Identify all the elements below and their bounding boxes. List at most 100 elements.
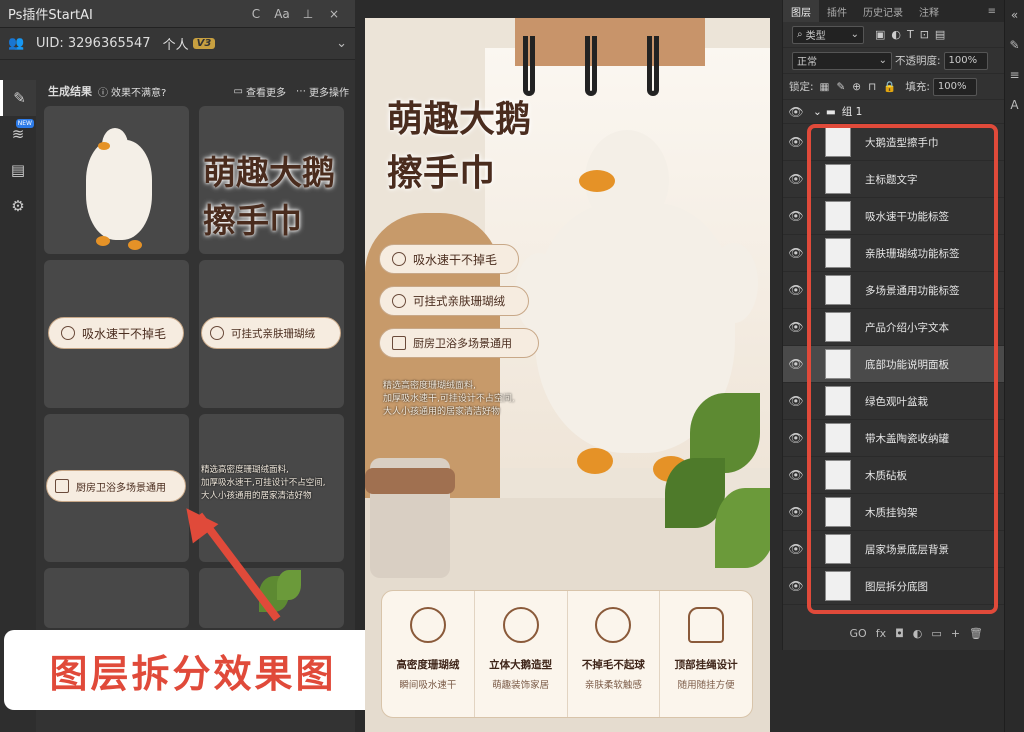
fill-label: 填充: bbox=[905, 81, 930, 93]
pin-icon[interactable]: ⊥ bbox=[295, 7, 321, 21]
layer-name: 居家场景底层背景 bbox=[865, 543, 949, 556]
eye-icon[interactable]: 👁 bbox=[783, 357, 809, 371]
eye-icon[interactable]: 👁 bbox=[783, 468, 809, 482]
trash-icon[interactable]: 🗑 bbox=[969, 627, 983, 640]
eye-icon[interactable]: 👁 bbox=[783, 283, 809, 297]
layer-row[interactable]: 👁 带木盖陶瓷收纳罐 bbox=[783, 420, 1004, 457]
layer-name: 主标题文字 bbox=[865, 173, 918, 186]
eye-icon[interactable]: 👁 bbox=[783, 172, 809, 186]
new-group-icon[interactable]: ▭ bbox=[931, 627, 941, 640]
result-thumb-pill-3[interactable]: 厨房卫浴多场景通用 bbox=[44, 414, 189, 562]
unsatisfied-link[interactable]: 效果不满意? bbox=[111, 84, 166, 99]
layer-row[interactable]: 👁 主标题文字 bbox=[783, 161, 1004, 198]
feature-item: 顶部挂绳设计 随用随挂方便 bbox=[660, 591, 752, 717]
eye-icon[interactable]: 👁 bbox=[783, 105, 809, 119]
brush-icon[interactable]: ✎ bbox=[1005, 30, 1024, 60]
layer-row[interactable]: 👁 底部功能说明面板 bbox=[783, 346, 1004, 383]
layer-row[interactable]: 👁 图层拆分底图 bbox=[783, 568, 1004, 605]
layer-row[interactable]: 👁 大鹅造型擦手巾 bbox=[783, 124, 1004, 161]
goose-foot-right bbox=[128, 240, 142, 250]
goose-towel-foot-left bbox=[577, 448, 613, 474]
canvas-desc-line2: 加厚吸水速干,可挂设计不占空间, bbox=[383, 394, 515, 404]
eye-icon[interactable]: 👁 bbox=[783, 320, 809, 334]
more-ops-icon[interactable]: ⋯ bbox=[296, 86, 306, 97]
result-thumb-pill-2[interactable]: 可挂式亲肤珊瑚绒 bbox=[199, 260, 344, 408]
result-thumb-title[interactable]: 萌趣大鹅 擦手巾 bbox=[199, 106, 344, 254]
edit-icon[interactable]: ✎ bbox=[0, 80, 36, 116]
canvas-desc-line1: 精选高密度珊瑚绒面料, bbox=[383, 381, 476, 391]
tab-notes[interactable]: 注释 bbox=[911, 0, 947, 22]
adjustment-icon[interactable]: ◐ bbox=[913, 627, 923, 640]
eye-icon[interactable]: 👁 bbox=[783, 209, 809, 223]
chevron-down-icon[interactable]: ⌄ bbox=[813, 106, 822, 118]
layer-row[interactable]: 👁 产品介绍小字文本 bbox=[783, 309, 1004, 346]
eye-icon[interactable]: 👁 bbox=[783, 505, 809, 519]
layer-row[interactable]: 👁 多场景通用功能标签 bbox=[783, 272, 1004, 309]
blend-mode-select[interactable]: 正常 ⌄ bbox=[792, 51, 892, 70]
feature-item: 不掉毛不起球 亲肤柔软触感 bbox=[568, 591, 661, 717]
collapse-icon[interactable]: « bbox=[1005, 0, 1024, 30]
layer-thumbnail bbox=[825, 238, 851, 268]
document-icon[interactable]: ▤ bbox=[0, 152, 36, 188]
layer-name: 绿色观叶盆栽 bbox=[865, 395, 928, 408]
font-size-icon[interactable]: Aa bbox=[269, 7, 295, 21]
character-icon[interactable]: A bbox=[1005, 90, 1024, 120]
layers-bottom-bar: GO fx ◘ ◐ ▭ + 🗑 bbox=[783, 620, 1005, 646]
eye-icon[interactable]: 👁 bbox=[783, 579, 809, 593]
layer-row[interactable]: 👁 木质挂钩架 bbox=[783, 494, 1004, 531]
view-more-icon[interactable]: ▭ bbox=[234, 86, 243, 97]
tab-layers[interactable]: 图层 bbox=[783, 0, 819, 22]
results-label: 生成结果 bbox=[48, 85, 92, 98]
layer-row[interactable]: 👁 木质砧板 bbox=[783, 457, 1004, 494]
layer-row[interactable]: 👁 吸水速干功能标签 bbox=[783, 198, 1004, 235]
layer-thumbnail bbox=[825, 312, 851, 342]
lock-icons[interactable]: ▦✎⊕⊓🔒 bbox=[820, 80, 904, 93]
layer-row[interactable]: 👁 亲肤珊瑚绒功能标签 bbox=[783, 235, 1004, 272]
layers-stack-icon[interactable]: ≋ NEW bbox=[0, 116, 36, 152]
folder-icon: ▬ bbox=[825, 105, 836, 118]
result-thumb-pill-1[interactable]: 吸水速干不掉毛 bbox=[44, 260, 189, 408]
mask-icon[interactable]: ◘ bbox=[895, 627, 904, 640]
feature-title: 顶部挂绳设计 bbox=[674, 659, 738, 671]
info-icon[interactable]: ⓘ bbox=[98, 84, 108, 99]
eye-icon[interactable]: 👁 bbox=[783, 135, 809, 149]
layer-row[interactable]: 👁 绿色观叶盆栽 bbox=[783, 383, 1004, 420]
water-drop-icon bbox=[392, 252, 406, 266]
fx-icon[interactable]: fx bbox=[876, 627, 886, 640]
document-canvas[interactable]: 萌趣大鹅 擦手巾 吸水速干不掉毛 可挂式亲肤珊瑚绒 厨房卫浴多场景通用 精选高密… bbox=[365, 18, 770, 732]
tab-history[interactable]: 历史记录 bbox=[855, 0, 911, 22]
layer-thumbnail bbox=[825, 497, 851, 527]
gear-icon[interactable]: ⚙ bbox=[0, 188, 36, 224]
goose-foot-left bbox=[96, 236, 110, 246]
goose-beak bbox=[98, 142, 110, 150]
users-icon: 👥 bbox=[8, 36, 25, 51]
eye-icon[interactable]: 👁 bbox=[783, 246, 809, 260]
eye-icon[interactable]: 👁 bbox=[783, 431, 809, 445]
opacity-input[interactable]: 100% bbox=[943, 51, 988, 70]
panel-menu-icon[interactable]: ≡ bbox=[988, 6, 1004, 17]
layer-name: 带木盖陶瓷收纳罐 bbox=[865, 432, 949, 445]
view-more-link[interactable]: 查看更多 bbox=[246, 84, 286, 99]
layer-row[interactable]: 👁 居家场景底层背景 bbox=[783, 531, 1004, 568]
canvas-desc: 精选高密度珊瑚绒面料, 加厚吸水速干,可挂设计不占空间, 大人小孩通用的居家清洁… bbox=[383, 380, 515, 419]
eye-icon[interactable]: 👁 bbox=[783, 394, 809, 408]
kind-filter-select[interactable]: ⌕ 类型 ⌄ bbox=[792, 25, 864, 44]
properties-icon[interactable]: ≡ bbox=[1005, 60, 1024, 90]
close-icon[interactable]: × bbox=[321, 7, 347, 21]
result-thumb-goose[interactable] bbox=[44, 106, 189, 254]
fill-input[interactable]: 100% bbox=[932, 77, 977, 96]
layer-group[interactable]: 👁 ⌄ ▬ 组 1 bbox=[783, 100, 1004, 124]
layer-thumbnail bbox=[825, 164, 851, 194]
plugin-title-bar: Ps插件StartAI C Aa ⊥ × bbox=[0, 0, 355, 28]
chevron-down-icon[interactable]: ⌄ bbox=[336, 36, 347, 51]
more-ops-link[interactable]: 更多操作 bbox=[309, 84, 349, 99]
tab-plugins[interactable]: 插件 bbox=[819, 0, 855, 22]
new-layer-icon[interactable]: + bbox=[951, 627, 960, 640]
refresh-icon[interactable]: C bbox=[243, 7, 269, 21]
jar-lid bbox=[365, 468, 455, 494]
link-icon[interactable]: GO bbox=[850, 627, 867, 640]
layer-list: 👁 大鹅造型擦手巾 👁 主标题文字 👁 吸水速干功能标签 👁 亲肤珊瑚绒功能标签 👁 多场景通用功… bbox=[783, 124, 1004, 605]
result-thumb-empty[interactable] bbox=[44, 568, 189, 628]
eye-icon[interactable]: 👁 bbox=[783, 542, 809, 556]
filter-icons[interactable]: ▣◐T⊡▤ bbox=[875, 28, 951, 41]
